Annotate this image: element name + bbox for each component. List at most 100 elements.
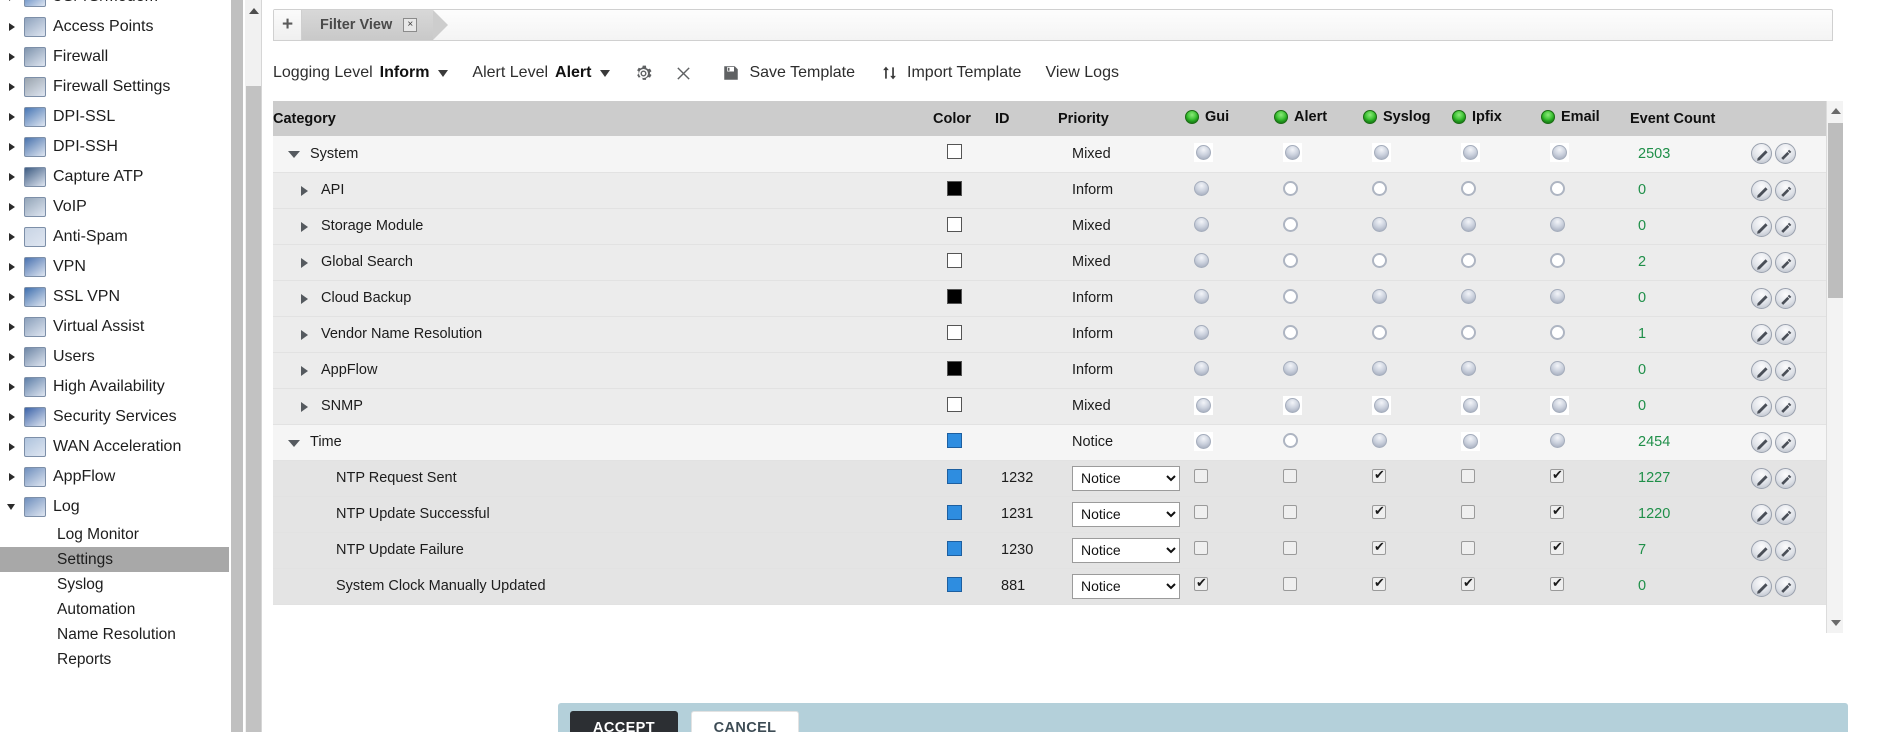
alert-toggle-led-icon[interactable] bbox=[1274, 110, 1288, 124]
cell-event-count[interactable]: 0 bbox=[1630, 208, 1750, 245]
cell-priority[interactable]: EmergencyAlertCriticalErrorWarningNotice… bbox=[1058, 460, 1185, 497]
toggle-ball-off-icon[interactable] bbox=[1461, 252, 1476, 268]
ipfix-toggle-led-icon[interactable] bbox=[1452, 110, 1466, 124]
toggle-ball-icon[interactable] bbox=[1552, 145, 1567, 161]
sidebar-item-access-points[interactable]: Access Points bbox=[0, 12, 245, 42]
chevron-right-icon[interactable] bbox=[6, 350, 20, 364]
toggle-ball-icon[interactable] bbox=[1552, 397, 1567, 413]
cell-color[interactable] bbox=[933, 532, 995, 569]
cell-priority[interactable]: EmergencyAlertCriticalErrorWarningNotice… bbox=[1058, 568, 1185, 605]
cell-category[interactable]: System bbox=[273, 136, 933, 173]
cell-alert-toggle[interactable] bbox=[1274, 244, 1363, 281]
cell-category[interactable]: Global Search bbox=[273, 244, 933, 281]
column-header-category[interactable]: Category bbox=[273, 101, 933, 136]
checkbox-unchecked[interactable] bbox=[1283, 541, 1297, 555]
sidebar-item-vpn[interactable]: VPN bbox=[0, 252, 245, 282]
chevron-right-icon[interactable] bbox=[6, 80, 20, 94]
edit-icon[interactable] bbox=[1751, 323, 1772, 345]
toggle-ball-icon[interactable] bbox=[1196, 145, 1211, 161]
cell-event-count[interactable]: 0 bbox=[1630, 568, 1750, 605]
cell-gui-toggle[interactable] bbox=[1185, 424, 1274, 461]
cell-category[interactable]: AppFlow bbox=[273, 352, 933, 389]
cell-event-count[interactable]: 0 bbox=[1630, 280, 1750, 317]
event-count-value[interactable]: 0 bbox=[1638, 218, 1646, 234]
cell-email-toggle[interactable] bbox=[1541, 244, 1630, 281]
cell-event-count[interactable]: 2 bbox=[1630, 244, 1750, 281]
checkbox-checked[interactable] bbox=[1372, 575, 1386, 591]
cell-syslog-toggle[interactable] bbox=[1363, 460, 1452, 497]
cell-ipfix-toggle[interactable] bbox=[1452, 136, 1541, 173]
cell-category[interactable]: Cloud Backup bbox=[273, 280, 933, 317]
priority-select[interactable]: EmergencyAlertCriticalErrorWarningNotice… bbox=[1072, 573, 1180, 599]
toggle-ball-off-icon[interactable] bbox=[1461, 324, 1476, 340]
toggle-ball-highlighted[interactable] bbox=[1283, 143, 1302, 163]
sidebar-item-voip[interactable]: VoIP bbox=[0, 192, 245, 222]
toggle-ball-icon[interactable] bbox=[1372, 216, 1387, 232]
event-count-value[interactable]: 0 bbox=[1638, 290, 1646, 306]
logging-level-dropdown[interactable]: Logging Level Inform bbox=[273, 64, 449, 82]
cell-color[interactable] bbox=[933, 208, 995, 245]
expand-icon[interactable] bbox=[298, 184, 311, 197]
cell-email-toggle[interactable] bbox=[1541, 568, 1630, 605]
cell-syslog-toggle[interactable] bbox=[1363, 280, 1452, 317]
sidebar-subitem-settings[interactable]: Settings bbox=[0, 547, 245, 572]
reset-icon[interactable] bbox=[1775, 395, 1796, 417]
cell-email-toggle[interactable] bbox=[1541, 172, 1630, 209]
expand-icon[interactable] bbox=[298, 364, 311, 377]
page-scroll-thumb[interactable] bbox=[246, 86, 261, 732]
toggle-ball-highlighted[interactable] bbox=[1372, 395, 1391, 415]
cell-alert-toggle[interactable] bbox=[1274, 388, 1363, 425]
event-count-value[interactable]: 1 bbox=[1638, 326, 1646, 342]
syslog-toggle-led-icon[interactable] bbox=[1363, 110, 1377, 124]
expand-icon[interactable] bbox=[298, 328, 311, 341]
cell-ipfix-toggle[interactable] bbox=[1452, 280, 1541, 317]
event-count-value[interactable]: 0 bbox=[1638, 578, 1646, 594]
reset-icon[interactable] bbox=[1775, 359, 1796, 381]
reset-icon[interactable] bbox=[1775, 575, 1796, 597]
checkbox-checked[interactable] bbox=[1550, 575, 1564, 591]
cell-syslog-toggle[interactable] bbox=[1363, 208, 1452, 245]
toggle-ball-off-icon[interactable] bbox=[1283, 180, 1298, 196]
collapse-icon[interactable] bbox=[287, 147, 300, 160]
cell-event-count[interactable]: 0 bbox=[1630, 352, 1750, 389]
sidebar-item-appflow[interactable]: AppFlow bbox=[0, 462, 245, 492]
sidebar-item-virtual-assist[interactable]: Virtual Assist bbox=[0, 312, 245, 342]
expand-icon[interactable] bbox=[298, 220, 311, 233]
chevron-right-icon[interactable] bbox=[6, 260, 20, 274]
table-row[interactable]: System Mixed 2503 bbox=[273, 136, 1840, 173]
cell-syslog-toggle[interactable] bbox=[1363, 352, 1452, 389]
column-header-id[interactable]: ID bbox=[995, 101, 1058, 136]
cell-color[interactable] bbox=[933, 244, 995, 281]
toggle-ball-off-icon[interactable] bbox=[1550, 180, 1565, 196]
priority-select[interactable]: EmergencyAlertCriticalErrorWarningNotice… bbox=[1072, 501, 1180, 527]
event-count-value[interactable]: 1227 bbox=[1638, 470, 1670, 486]
edit-icon[interactable] bbox=[1751, 359, 1772, 381]
cell-category[interactable]: SNMP bbox=[273, 388, 933, 425]
table-scrollbar[interactable] bbox=[1826, 101, 1843, 633]
sidebar-scrollbar[interactable] bbox=[229, 0, 245, 732]
toggle-ball-icon[interactable] bbox=[1461, 360, 1476, 376]
checkbox-checked[interactable] bbox=[1372, 467, 1386, 483]
alert-level-dropdown[interactable]: Alert Level Alert bbox=[472, 64, 611, 82]
color-swatch[interactable] bbox=[947, 216, 962, 232]
cell-syslog-toggle[interactable] bbox=[1363, 244, 1452, 281]
chevron-right-icon[interactable] bbox=[6, 290, 20, 304]
event-count-value[interactable]: 2 bbox=[1638, 254, 1646, 270]
sidebar-item-ssl-vpn[interactable]: SSL VPN bbox=[0, 282, 245, 312]
toggle-ball-icon[interactable] bbox=[1461, 288, 1476, 304]
edit-icon[interactable] bbox=[1751, 215, 1772, 237]
toggle-ball-highlighted[interactable] bbox=[1461, 431, 1480, 451]
toggle-ball-icon[interactable] bbox=[1550, 432, 1565, 448]
table-row[interactable]: Vendor Name Resolution Inform 1 bbox=[273, 316, 1840, 353]
cell-gui-toggle[interactable] bbox=[1185, 532, 1274, 569]
chevron-right-icon[interactable] bbox=[6, 470, 20, 484]
clear-filter-button[interactable] bbox=[675, 65, 692, 82]
chevron-down-icon[interactable] bbox=[600, 69, 611, 77]
toggle-ball-off-icon[interactable] bbox=[1372, 252, 1387, 268]
cell-color[interactable] bbox=[933, 136, 995, 173]
cell-category[interactable]: Time bbox=[273, 424, 933, 461]
sidebar-item-dpi-ssh[interactable]: DPI-SSH bbox=[0, 132, 245, 162]
priority-select[interactable]: EmergencyAlertCriticalErrorWarningNotice… bbox=[1072, 465, 1180, 491]
sidebar-scroll-thumb[interactable] bbox=[231, 0, 243, 732]
event-count-value[interactable]: 2503 bbox=[1638, 146, 1670, 162]
